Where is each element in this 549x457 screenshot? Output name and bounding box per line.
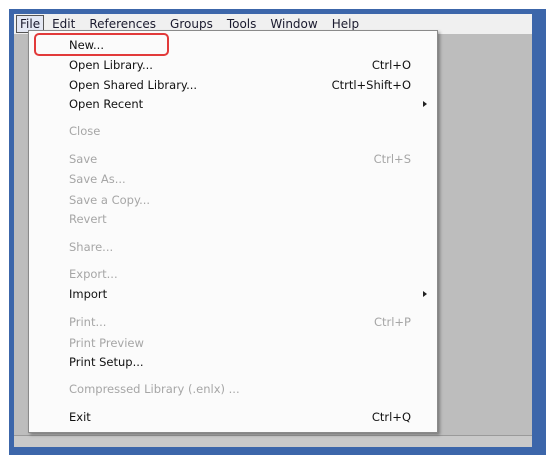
menu-item-label: Print Preview [69,336,144,350]
menu-item-shortcut: Ctrl+Q [371,410,411,424]
menu-item-label: Open Shared Library... [69,78,198,92]
menu-item-label: Save [69,152,98,166]
menu-item-close[interactable]: Close [29,121,437,141]
menu-item-share[interactable]: Share... [29,237,437,257]
menu-item-open-recent[interactable]: Open Recent [29,94,437,114]
menu-item-label: Compressed Library (.enlx) ... [69,382,240,396]
menu-item-shortcut: Ctrl+P [373,315,411,329]
menu-item-label: Import [69,287,108,301]
menu-item-print[interactable]: Print... Ctrl+P [29,312,437,332]
menu-item-label: Exit [69,410,91,424]
menu-item-label: Export... [69,267,118,281]
menu-item-open-library[interactable]: Open Library... Ctrl+O [29,55,437,75]
menu-item-save[interactable]: Save Ctrl+S [29,149,437,169]
menu-item-label: Print... [69,315,107,329]
chevron-right-icon [423,291,427,297]
annotation-highlight-new [34,33,169,56]
menu-item-label: Revert [69,212,107,226]
menu-item-export[interactable]: Export... [29,264,437,284]
menu-item-label: Save a Copy... [69,193,151,207]
menu-item-print-preview[interactable]: Print Preview [29,333,437,353]
menu-item-open-shared-library[interactable]: Open Shared Library... Ctrtl+Shift+O [29,75,437,95]
menu-item-shortcut: Ctrl+O [371,58,411,72]
menu-item-label: Print Setup... [69,355,144,369]
menu-item-import[interactable]: Import [29,284,437,304]
menu-item-exit[interactable]: Exit Ctrl+Q [29,407,437,427]
menu-item-label: Open Recent [69,97,144,111]
menu-item-label: Save As... [69,172,126,186]
menu-item-save-a-copy[interactable]: Save a Copy... [29,190,437,210]
menu-item-shortcut: Ctrl+S [373,152,411,166]
menu-item-revert[interactable]: Revert [29,209,437,229]
menu-item-save-as[interactable]: Save As... [29,169,437,189]
file-menu-dropdown: New... Open Library... Ctrl+O Open Share… [28,30,438,433]
menu-item-label: Close [69,124,101,138]
chevron-right-icon [423,101,427,107]
menu-item-print-setup[interactable]: Print Setup... [29,352,437,372]
menu-item-label: Share... [69,240,114,254]
menu-item-compressed-library[interactable]: Compressed Library (.enlx) ... [29,379,437,399]
status-bar [14,435,532,447]
menu-item-shortcut: Ctrtl+Shift+O [331,78,411,92]
menu-item-label: Open Library... [69,58,153,72]
